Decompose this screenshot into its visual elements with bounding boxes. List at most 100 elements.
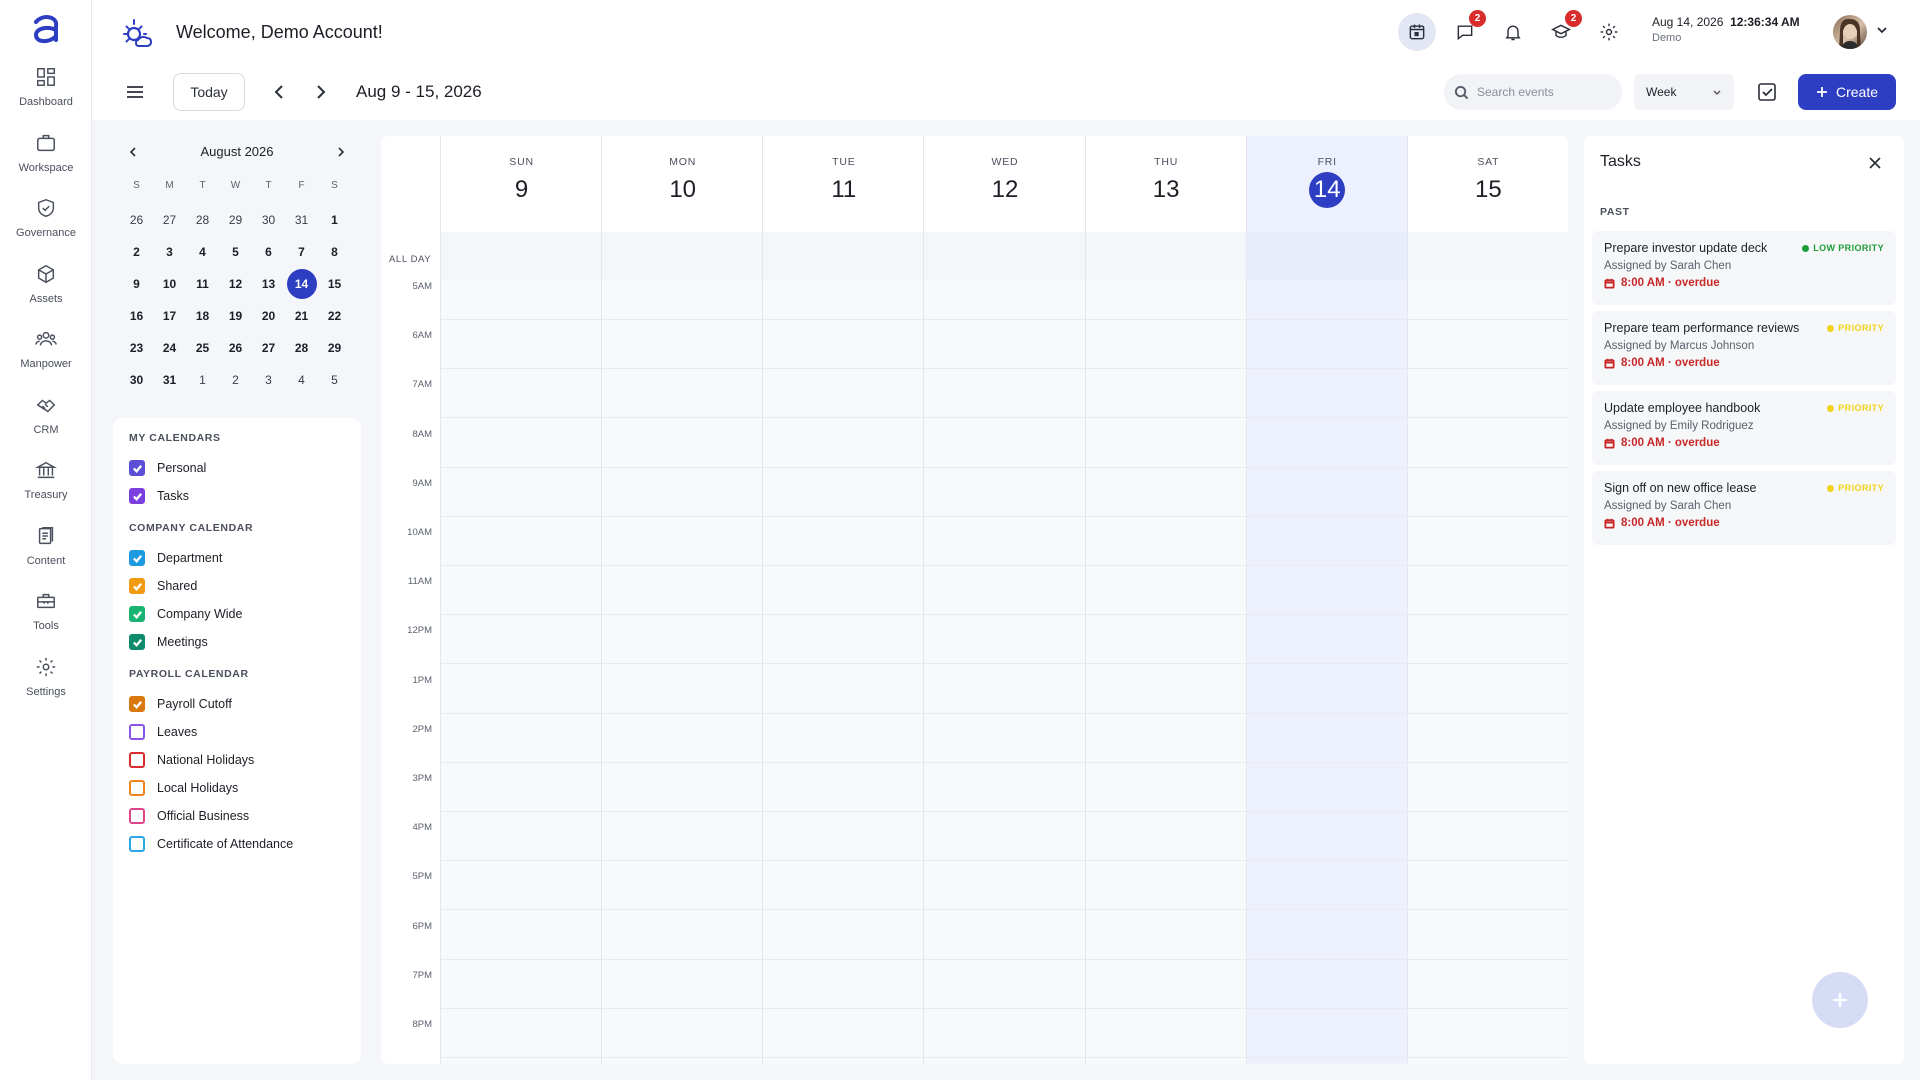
all-day-cell[interactable] — [602, 232, 764, 280]
mini-day[interactable]: 20 — [252, 300, 285, 332]
rail-item-content[interactable]: Content — [0, 525, 92, 585]
day-column-mon[interactable]: MON 10 — [601, 136, 764, 1064]
mini-day[interactable]: 28 — [285, 332, 318, 364]
mini-day[interactable]: 23 — [120, 332, 153, 364]
mini-day[interactable]: 5 — [219, 236, 252, 268]
rail-item-treasury[interactable]: Treasury — [0, 459, 92, 519]
calendar-item-tasks[interactable]: Tasks — [129, 482, 345, 510]
day-column-fri[interactable]: FRI 14 — [1245, 136, 1408, 1064]
calendar-nav-button[interactable] — [1398, 13, 1436, 51]
day-number[interactable]: 11 — [826, 172, 862, 208]
all-day-cell[interactable] — [1407, 232, 1568, 280]
calendar-item-personal[interactable]: Personal — [129, 454, 345, 482]
mini-day[interactable]: 27 — [153, 204, 186, 236]
calendar-item-leaves[interactable]: Leaves — [129, 718, 345, 746]
rail-item-crm[interactable]: CRM — [0, 394, 92, 454]
mini-day[interactable]: 10 — [153, 268, 186, 300]
settings-button[interactable] — [1590, 13, 1628, 51]
user-avatar[interactable] — [1833, 15, 1867, 49]
mini-day[interactable]: 4 — [186, 236, 219, 268]
task-card[interactable]: Sign off on new office lease Assigned by … — [1592, 471, 1896, 545]
calendar-item-company-wide[interactable]: Company Wide — [129, 600, 345, 628]
checkbox-checked[interactable] — [129, 460, 145, 476]
checkbox-checked[interactable] — [129, 550, 145, 566]
all-day-cell[interactable] — [1085, 232, 1247, 280]
checkbox-unchecked[interactable] — [129, 836, 145, 852]
mini-day[interactable]: 8 — [318, 236, 351, 268]
mini-day[interactable]: 6 — [252, 236, 285, 268]
mini-day[interactable]: 25 — [186, 332, 219, 364]
mini-day[interactable]: 30 — [252, 204, 285, 236]
all-day-cell[interactable] — [1246, 232, 1408, 280]
academy-button[interactable]: 2 — [1542, 10, 1582, 51]
mini-day[interactable]: 13 — [252, 268, 285, 300]
day-column-sun[interactable]: SUN 9 — [440, 136, 603, 1064]
day-number[interactable]: 10 — [665, 172, 701, 208]
rail-item-assets[interactable]: Assets — [0, 263, 92, 323]
mini-day[interactable]: 26 — [219, 332, 252, 364]
checkbox-unchecked[interactable] — [129, 808, 145, 824]
mini-day[interactable]: 29 — [318, 332, 351, 364]
all-day-cell[interactable] — [763, 232, 925, 280]
all-day-cell[interactable] — [441, 232, 603, 280]
task-card[interactable]: Prepare team performance reviews Assigned… — [1592, 311, 1896, 385]
mini-day[interactable]: 18 — [186, 300, 219, 332]
calendar-item-department[interactable]: Department — [129, 544, 345, 572]
checkbox-unchecked[interactable] — [129, 780, 145, 796]
checkbox-checked[interactable] — [129, 578, 145, 594]
checkbox-unchecked[interactable] — [129, 724, 145, 740]
mini-day[interactable]: 16 — [120, 300, 153, 332]
mini-day[interactable]: 22 — [318, 300, 351, 332]
mini-day[interactable]: 9 — [120, 268, 153, 300]
rail-item-dashboard[interactable]: Dashboard — [0, 66, 92, 126]
today-button[interactable]: Today — [173, 73, 245, 111]
mini-day[interactable]: 2 — [219, 364, 252, 396]
day-column-thu[interactable]: THU 13 — [1084, 136, 1247, 1064]
mini-day[interactable]: 3 — [153, 236, 186, 268]
calendar-item-payroll-cutoff[interactable]: Payroll Cutoff — [129, 690, 345, 718]
mini-day[interactable]: 2 — [120, 236, 153, 268]
rail-item-governance[interactable]: Governance — [0, 197, 92, 257]
day-column-wed[interactable]: WED 12 — [923, 136, 1086, 1064]
search-input[interactable] — [1477, 85, 1617, 99]
mini-day[interactable]: 31 — [153, 364, 186, 396]
day-number[interactable]: 9 — [504, 172, 540, 208]
rail-item-tools[interactable]: Tools — [0, 590, 92, 650]
mini-day[interactable]: 21 — [285, 300, 318, 332]
menu-icon[interactable] — [124, 81, 146, 103]
floating-add-button[interactable] — [1812, 972, 1868, 1028]
mini-day[interactable]: 17 — [153, 300, 186, 332]
mini-day-selected[interactable]: 14 — [285, 268, 318, 300]
notifications-button[interactable] — [1494, 13, 1532, 51]
next-week-icon[interactable] — [308, 80, 332, 104]
mini-next-month-icon[interactable] — [333, 144, 349, 160]
tasks-toggle-icon[interactable] — [1756, 81, 1778, 103]
checkbox-checked[interactable] — [129, 488, 145, 504]
mini-day[interactable]: 5 — [318, 364, 351, 396]
calendar-item-official-business[interactable]: Official Business — [129, 802, 345, 830]
rail-item-settings[interactable]: Settings — [0, 656, 92, 716]
search-events[interactable] — [1444, 74, 1622, 110]
messages-button[interactable]: 2 — [1446, 10, 1486, 51]
task-card[interactable]: Prepare investor update deck Assigned by … — [1592, 231, 1896, 305]
day-column-sat[interactable]: SAT 15 — [1406, 136, 1568, 1064]
close-icon[interactable] — [1866, 154, 1884, 172]
chevron-down-icon[interactable] — [1874, 22, 1890, 38]
mini-day[interactable]: 31 — [285, 204, 318, 236]
all-day-cell[interactable] — [924, 232, 1086, 280]
mini-day[interactable]: 7 — [285, 236, 318, 268]
mini-day[interactable]: 30 — [120, 364, 153, 396]
day-number[interactable]: 14 — [1309, 172, 1346, 208]
mini-day[interactable]: 29 — [219, 204, 252, 236]
mini-day[interactable]: 19 — [219, 300, 252, 332]
mini-day[interactable]: 1 — [186, 364, 219, 396]
calendar-item-meetings[interactable]: Meetings — [129, 628, 345, 656]
view-select[interactable]: Week — [1634, 74, 1734, 110]
day-number[interactable]: 15 — [1470, 172, 1506, 208]
app-logo-icon[interactable] — [28, 12, 64, 48]
mini-day[interactable]: 4 — [285, 364, 318, 396]
calendar-item-shared[interactable]: Shared — [129, 572, 345, 600]
create-button[interactable]: Create — [1798, 74, 1896, 110]
checkbox-checked[interactable] — [129, 606, 145, 622]
checkbox-checked[interactable] — [129, 634, 145, 650]
